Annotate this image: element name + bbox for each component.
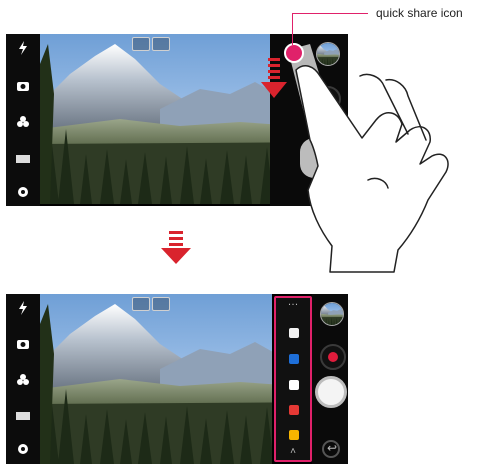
aspect-ratio-icon[interactable]	[15, 151, 31, 167]
settings-icon[interactable]	[15, 184, 31, 200]
switch-camera-icon[interactable]	[15, 336, 31, 352]
switch-camera-icon[interactable]	[15, 78, 31, 94]
back-button[interactable]: ↩	[322, 440, 340, 458]
flash-icon[interactable]	[15, 300, 31, 316]
effects-icon[interactable]	[15, 114, 31, 130]
settings-icon[interactable]	[15, 441, 31, 457]
gallery-thumbnail[interactable]	[320, 302, 344, 326]
edit-app-icon[interactable]	[289, 380, 299, 390]
effects-icon[interactable]	[15, 372, 31, 388]
record-dot	[328, 352, 338, 362]
hand-gesture-illustration	[295, 65, 449, 273]
camera-screen-after: … ˄ ↩	[6, 294, 348, 464]
callout-label: quick share icon	[376, 6, 463, 20]
more-options-icon[interactable]: …	[276, 296, 310, 308]
photos-app-icon[interactable]	[289, 328, 299, 338]
photo-mode-icon[interactable]	[152, 297, 170, 311]
camera-left-toolbar	[6, 294, 40, 464]
aspect-ratio-icon[interactable]	[15, 408, 31, 424]
swipe-down-arrow-icon	[261, 58, 287, 98]
flash-icon[interactable]	[15, 40, 31, 56]
transition-arrow-icon	[161, 231, 191, 264]
bluetooth-app-icon[interactable]	[289, 354, 299, 364]
callout-line-vertical	[292, 13, 293, 45]
camera-right-toolbar: ↩	[312, 294, 348, 464]
record-button[interactable]	[320, 344, 346, 370]
memo-app-icon[interactable]	[289, 430, 299, 440]
photo-mode-icon[interactable]	[152, 37, 170, 51]
back-icon: ↩	[327, 441, 338, 455]
collapse-panel-icon[interactable]: ˄	[276, 446, 310, 457]
landscape-mode-icon[interactable]	[132, 37, 150, 51]
quick-share-panel: … ˄	[274, 296, 312, 462]
camera-preview[interactable]	[40, 34, 270, 206]
landscape-mode-icon[interactable]	[132, 297, 150, 311]
email-app-icon[interactable]	[289, 405, 299, 415]
callout-line-horizontal	[292, 13, 368, 14]
shutter-button[interactable]	[315, 376, 347, 408]
camera-left-toolbar	[6, 34, 40, 206]
camera-preview[interactable]	[40, 294, 272, 464]
